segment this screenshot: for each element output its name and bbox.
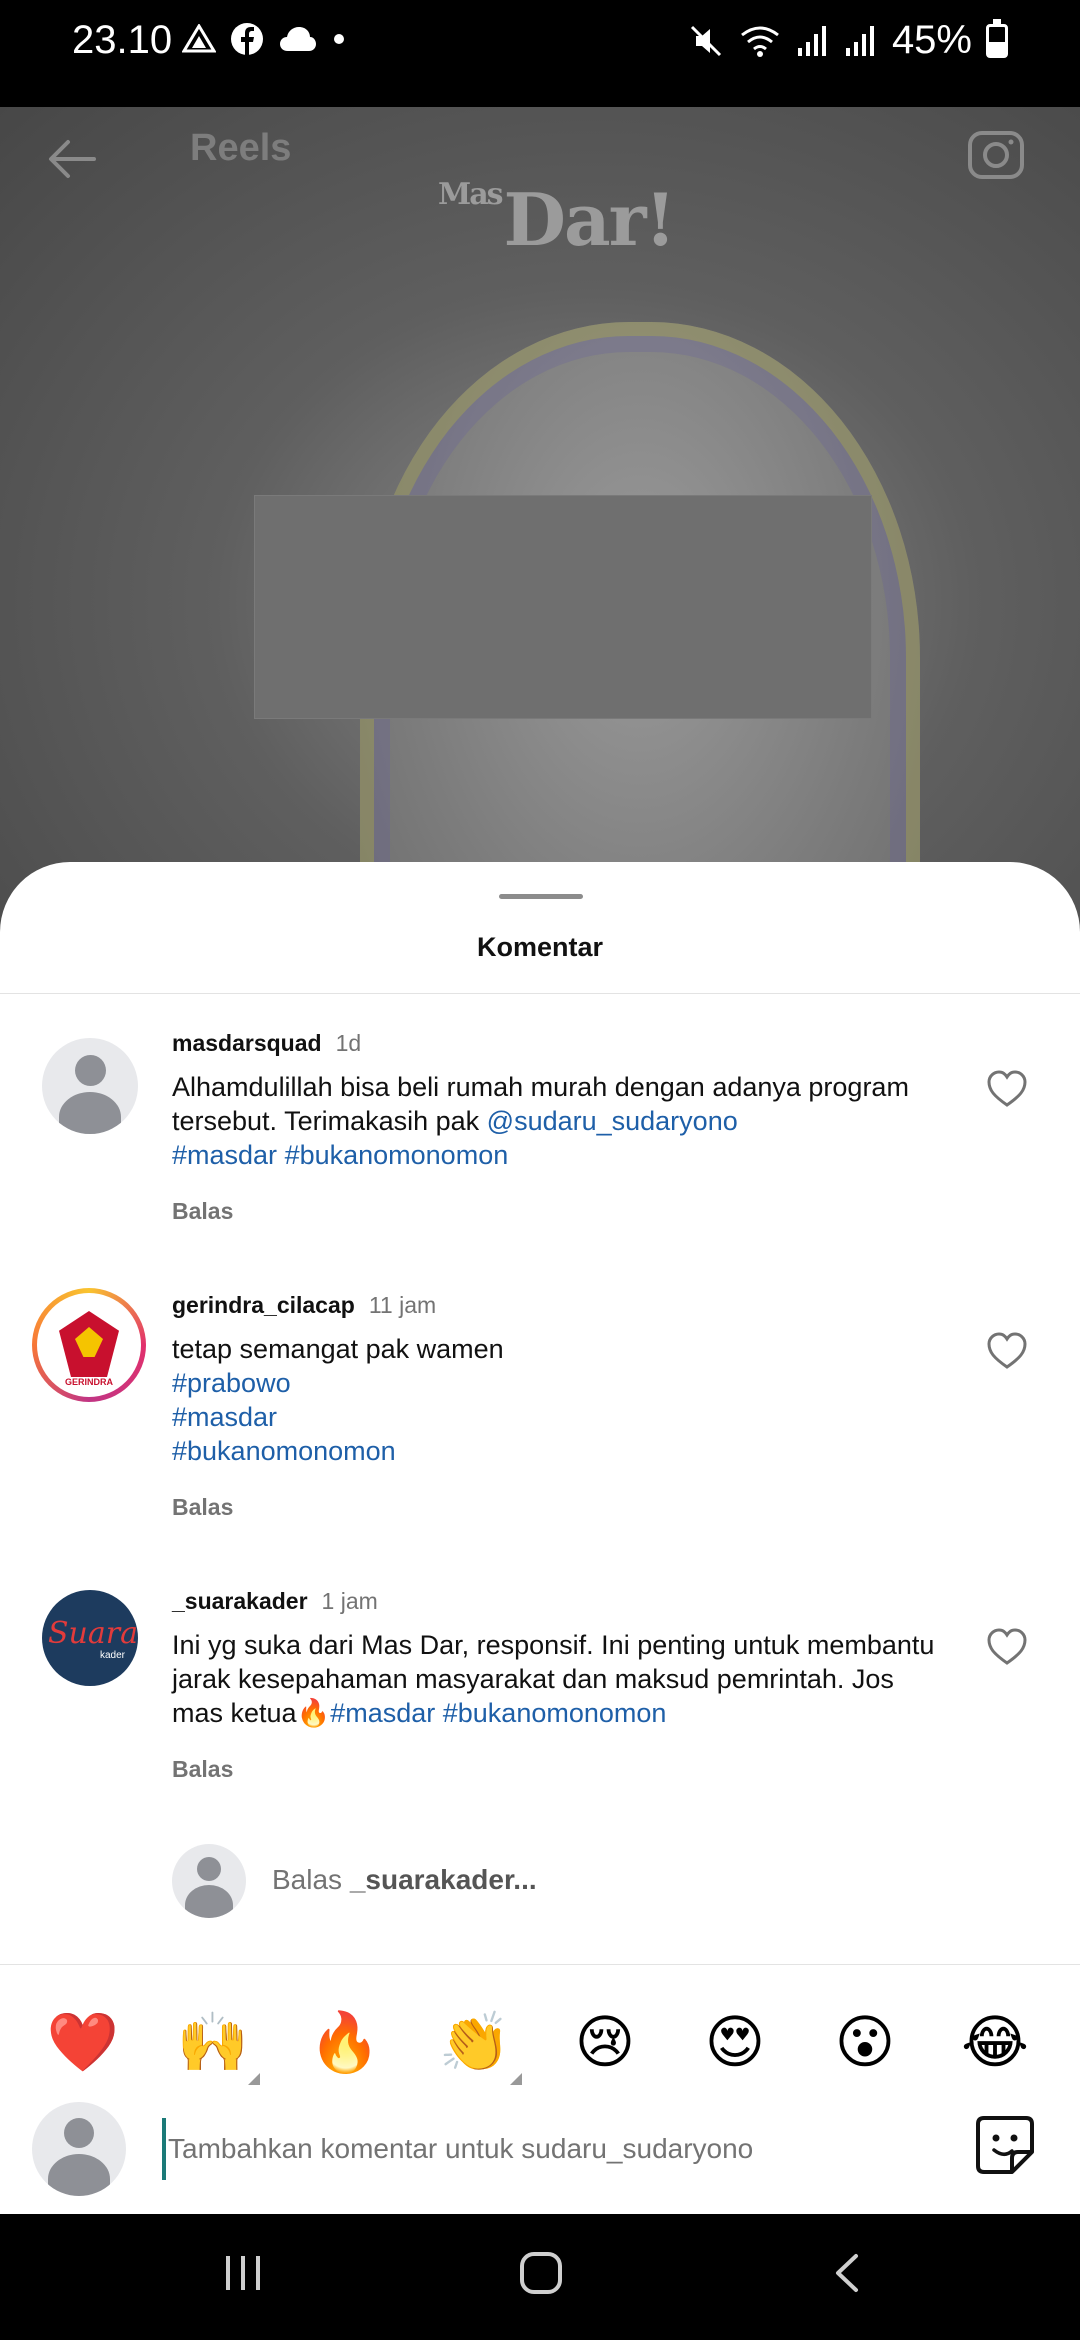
comment-username[interactable]: gerindra_cilacap 11 jam [172, 1292, 436, 1319]
facebook-icon [231, 23, 263, 55]
home-icon[interactable] [518, 2250, 564, 2296]
avatar-label: Suara [48, 1616, 138, 1651]
comment-text: Alhamdulillah bisa beli rumah murah deng… [172, 1072, 909, 1170]
status-time: 23.10 [72, 18, 173, 62]
comment-time: 11 jam [368, 1292, 437, 1318]
status-notification-icons [182, 22, 346, 56]
tears-of-joy-face-icon[interactable]: 😂 [950, 1997, 1040, 2087]
battery-icon [986, 18, 1008, 58]
reply-button[interactable]: Balas [172, 1494, 233, 1521]
surprised-face-icon[interactable]: 😮 [820, 1997, 910, 2087]
comments-sheet: Komentar masdarsquad 1d Alhamdulillah bis… [0, 862, 1080, 2214]
sticker-icon[interactable] [974, 2114, 1036, 2176]
reels-top-nav: Reels [0, 107, 1080, 197]
like-heart-icon[interactable] [986, 1070, 1028, 1108]
avatar-sublabel: kader [100, 1650, 126, 1661]
comment-text: Ini yg suka dari Mas Dar, responsif. Ini… [172, 1630, 935, 1728]
hashtag-link[interactable]: #masdar [330, 1698, 435, 1728]
wifi-icon [741, 26, 779, 57]
sheet-title: Komentar [476, 932, 604, 962]
raising-hands-icon[interactable]: 🙌 [168, 1997, 260, 2087]
battery-percent: 45% [891, 18, 972, 62]
hashtag-link[interactable]: #masdar [172, 1140, 277, 1170]
reply-to-placeholder[interactable]: Balas _suarakader... [272, 1864, 537, 1896]
like-heart-icon[interactable] [986, 1628, 1028, 1666]
hashtag-link[interactable]: #prabowo [172, 1368, 291, 1398]
reply-button[interactable]: Balas [172, 1756, 233, 1783]
face-blur-box [254, 495, 872, 719]
dot-icon [334, 34, 344, 44]
avatar-label: GERINDRA [64, 1377, 113, 1387]
comment-time: 1 jam [321, 1588, 378, 1614]
recent-apps-icon[interactable] [220, 2250, 266, 2296]
avatar[interactable] [42, 1038, 138, 1134]
comment-text: tetap semangat pak wamen #prabowo #masda… [172, 1334, 504, 1466]
mention-link[interactable]: @sudaru_sudaryono [487, 1106, 738, 1136]
sheet-grabber[interactable] [499, 894, 583, 899]
comment-composer [0, 2092, 1080, 2212]
signal-icon-2 [845, 25, 874, 56]
hashtag-link[interactable]: #masdar [172, 1402, 277, 1432]
comment-username[interactable]: masdarsquad 1d [172, 1030, 361, 1057]
signal-icon-1 [797, 25, 826, 56]
crying-face-icon[interactable]: 😢 [560, 1997, 650, 2087]
composer-divider [0, 1964, 1080, 1965]
avatar [32, 2102, 126, 2196]
clapping-hands-icon[interactable]: 👏 [430, 1997, 522, 2087]
avatar[interactable]: GERINDRA [32, 1288, 146, 1402]
hashtag-link[interactable]: #bukanomonomon [285, 1140, 509, 1170]
comment-username[interactable]: _suarakader 1 jam [172, 1588, 378, 1615]
reels-title: Reels [190, 127, 292, 169]
status-bar: 23.10 45% [0, 0, 1080, 107]
mute-icon [690, 25, 721, 56]
sheet-divider [0, 993, 1080, 994]
drive-icon [182, 24, 216, 53]
camera-icon[interactable] [964, 121, 1028, 185]
back-icon[interactable] [826, 2250, 872, 2296]
comment-time: 1d [335, 1030, 362, 1056]
avatar[interactable]: Suara kader [42, 1590, 138, 1686]
hashtag-link[interactable]: #bukanomonomon [172, 1436, 396, 1466]
reply-button[interactable]: Balas [172, 1198, 233, 1225]
emoji-quick-bar: ❤️ 🙌 🔥 👏 😢 😍 😮 😂 [0, 1997, 1080, 2097]
battery-fill [989, 41, 1005, 55]
back-arrow-icon[interactable] [42, 129, 102, 189]
red-heart-icon[interactable]: ❤️ [38, 1997, 128, 2087]
avatar [172, 1844, 246, 1918]
hashtag-link[interactable]: #bukanomonomon [443, 1698, 667, 1728]
heart-eyes-face-icon[interactable]: 😍 [690, 1997, 780, 2087]
comment-input[interactable] [162, 2118, 790, 2180]
cloud-icon [280, 27, 316, 51]
like-heart-icon[interactable] [986, 1332, 1028, 1370]
fire-icon[interactable]: 🔥 [300, 1997, 390, 2087]
status-right-group: 45% [688, 18, 1008, 63]
system-nav-bar [0, 2214, 1080, 2340]
